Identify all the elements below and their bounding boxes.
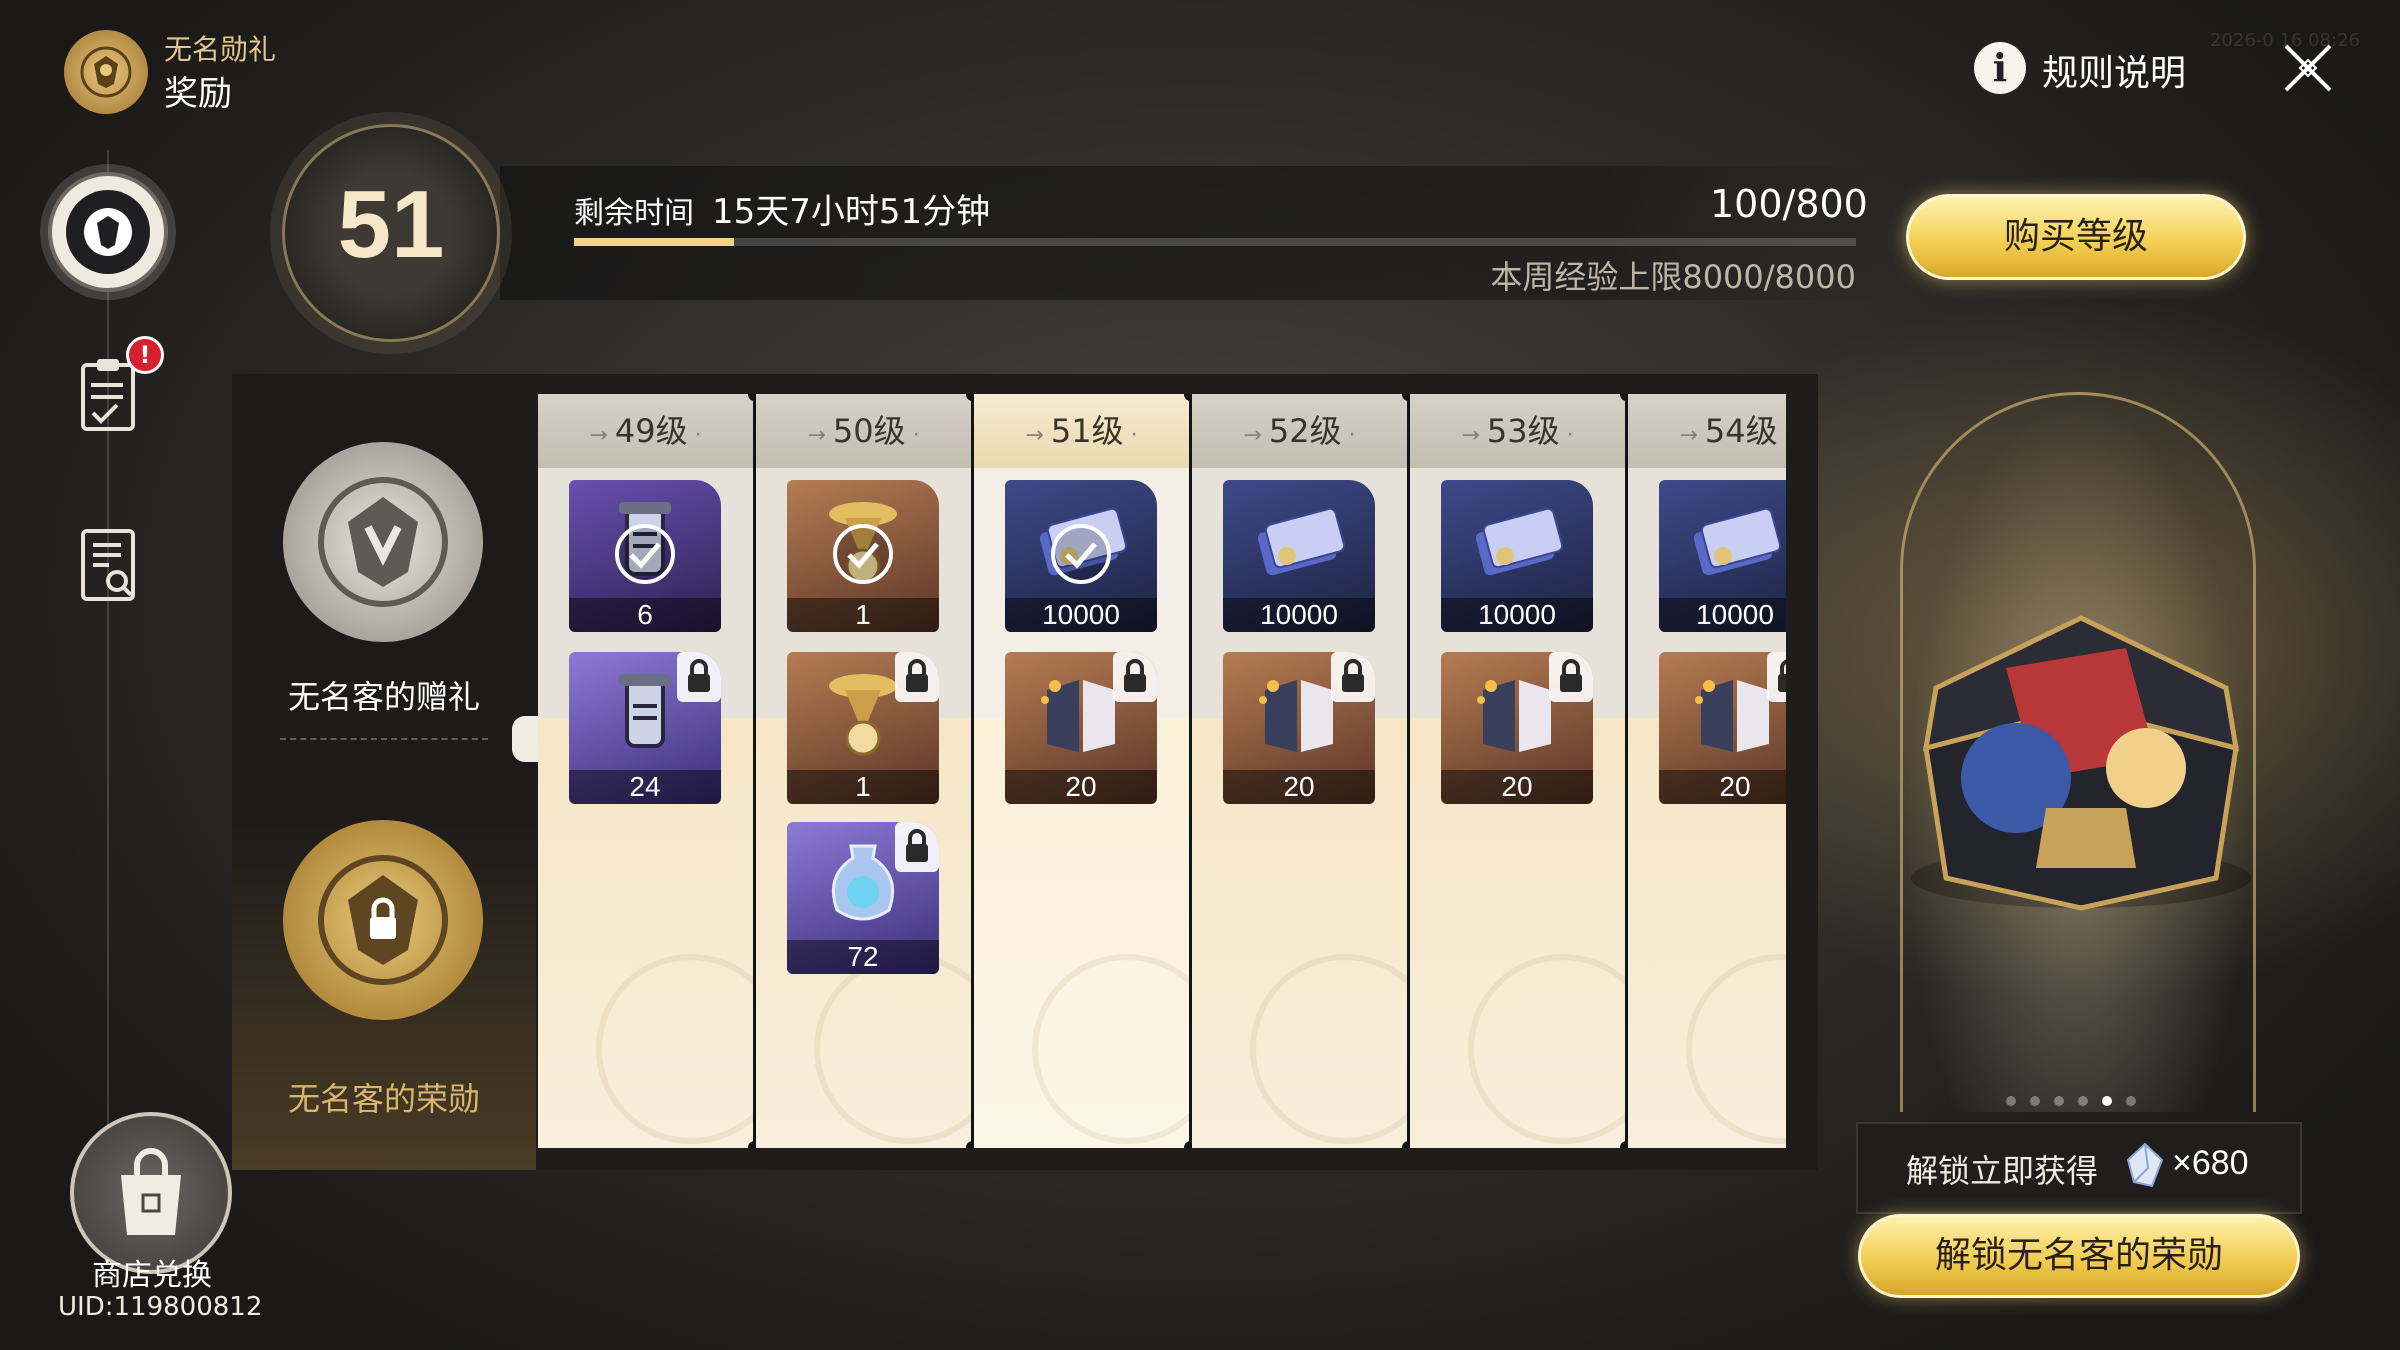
item-quantity: 1: [787, 770, 939, 804]
carousel-dot[interactable]: [2006, 1096, 2016, 1106]
level-label: 53级: [1486, 412, 1560, 450]
shopping-bag-icon: [121, 1148, 181, 1235]
free-track-title: 无名客的赠礼: [287, 678, 480, 716]
item-quantity: 10000: [1223, 598, 1375, 632]
claimed-check-icon: [615, 524, 675, 584]
level-column-6: → 54级 · 10000 20: [1628, 394, 1786, 1148]
sidebar-item-rewards[interactable]: [48, 172, 168, 292]
item-quantity: 24: [569, 770, 721, 804]
lock-icon: [1767, 652, 1786, 702]
current-level: 51: [337, 171, 445, 278]
credit-card-icon: [1687, 494, 1783, 590]
item-quantity: 72: [787, 940, 939, 974]
user-uid: UID:119800812: [58, 1292, 263, 1322]
item-quantity: 20: [1441, 770, 1593, 804]
premium-reward-item[interactable]: 20: [1005, 652, 1157, 804]
free-reward-item[interactable]: 10000: [1441, 480, 1593, 632]
alert-badge: !: [126, 336, 164, 374]
premium-track-title: 无名客的荣勋: [287, 1080, 480, 1118]
carousel-dot[interactable]: [2102, 1096, 2112, 1106]
credit-card-icon: [1251, 494, 1347, 590]
level-header: → 51级 ·: [974, 394, 1189, 468]
level-header: → 50级 ·: [756, 394, 971, 468]
item-quantity: 10000: [1005, 598, 1157, 632]
carousel-dot[interactable]: [2078, 1096, 2088, 1106]
remaining-time-value: 15天7小时51分钟: [712, 192, 991, 232]
treasure-chest-icon: [1896, 578, 2266, 938]
page-subtitle: 无名勋礼: [164, 33, 277, 66]
level-column-1: → 49级 · 6 24: [538, 394, 786, 1148]
close-icon[interactable]: [2278, 38, 2338, 98]
item-quantity: 20: [1223, 770, 1375, 804]
lock-icon: [677, 652, 721, 702]
free-reward-item[interactable]: 6: [569, 480, 721, 632]
level-label: 50级: [832, 412, 906, 450]
item-quantity: 20: [1005, 770, 1157, 804]
level-label: 49级: [614, 412, 688, 450]
level-label: 54级: [1704, 412, 1778, 450]
nameless-honor-emblem-icon: [64, 30, 148, 114]
track-divider: [280, 738, 488, 740]
premium-reward-item[interactable]: 20: [1659, 652, 1786, 804]
free-reward-item[interactable]: 10000: [1223, 480, 1375, 632]
item-quantity: 20: [1659, 770, 1786, 804]
shop-exchange-label[interactable]: 商店兑换: [82, 1250, 222, 1294]
free-reward-item[interactable]: 10000: [1005, 480, 1157, 632]
remaining-time-label: 剩余时间: [574, 196, 694, 231]
level-header: → 53级 ·: [1410, 394, 1625, 468]
credit-card-icon: [1469, 494, 1565, 590]
claimed-check-icon: [833, 524, 893, 584]
exp-progress-fill: [574, 238, 735, 246]
stellar-jade-icon: [2124, 1142, 2166, 1190]
unlock-bonus-label: 解锁立即获得: [1906, 1152, 2099, 1190]
carousel-dot[interactable]: [2054, 1096, 2064, 1106]
free-reward-item[interactable]: 1: [787, 480, 939, 632]
lock-icon: [895, 822, 939, 872]
level-column-3: → 51级 · 10000 20: [974, 394, 1222, 1148]
scroll-handle[interactable]: [512, 716, 538, 762]
level-label: 51级: [1050, 412, 1124, 450]
premium-reward-item[interactable]: 24: [569, 652, 721, 804]
item-quantity: 10000: [1441, 598, 1593, 632]
carousel-dots[interactable]: [2006, 1096, 2156, 1110]
honor-emblem-icon: [66, 190, 150, 274]
lock-icon: [1549, 652, 1593, 702]
carousel-dot[interactable]: [2030, 1096, 2040, 1106]
level-column-4: → 52级 · 10000 20: [1192, 394, 1440, 1148]
level-header: → 54级 ·: [1628, 394, 1786, 468]
buy-level-button[interactable]: 购买等级: [1906, 194, 2246, 280]
free-reward-item[interactable]: 10000: [1659, 480, 1786, 632]
level-label: 52级: [1268, 412, 1342, 450]
item-quantity: 6: [569, 598, 721, 632]
premium-track-emblem-icon: [283, 820, 483, 1020]
level-column-5: → 53级 · 10000 20: [1410, 394, 1658, 1148]
lock-icon: [895, 652, 939, 702]
exp-value: 100/800: [1710, 182, 1868, 226]
carousel-dot[interactable]: [2126, 1096, 2136, 1106]
weekly-exp-cap: 本周经验上限8000/8000: [1490, 258, 1856, 296]
sidebar-item-guide[interactable]: [68, 520, 148, 610]
premium-reward-item[interactable]: 20: [1223, 652, 1375, 804]
level-column-2: → 50级 · 1 1 72: [756, 394, 1004, 1148]
item-quantity: 1: [787, 598, 939, 632]
lock-icon: [1331, 652, 1375, 702]
item-quantity: 10000: [1659, 598, 1786, 632]
rules-button[interactable]: 规则说明: [2042, 44, 2186, 96]
exp-progress-track: [574, 238, 1856, 246]
info-icon[interactable]: i: [1974, 42, 2026, 94]
level-header: → 52级 ·: [1192, 394, 1407, 468]
lock-icon: [1113, 652, 1157, 702]
free-track-emblem-icon: [283, 442, 483, 642]
unlock-bonus-amount: ×680: [2172, 1144, 2249, 1182]
unlock-premium-button[interactable]: 解锁无名客的荣勋: [1858, 1214, 2300, 1298]
level-header: → 49级 ·: [538, 394, 753, 468]
claimed-check-icon: [1051, 524, 1111, 584]
premium-reward-item[interactable]: 20: [1441, 652, 1593, 804]
page-title: 奖励: [164, 74, 232, 114]
premium-reward-item[interactable]: 72: [787, 822, 939, 974]
level-columns[interactable]: → 49级 · 6 24 → 50级 · 1 1 72 → 51级 · 10000 20 → 52级…: [538, 394, 1786, 1148]
sidebar-track: [107, 150, 109, 1130]
premium-reward-item[interactable]: 1: [787, 652, 939, 804]
guide-book-icon: [81, 529, 135, 601]
